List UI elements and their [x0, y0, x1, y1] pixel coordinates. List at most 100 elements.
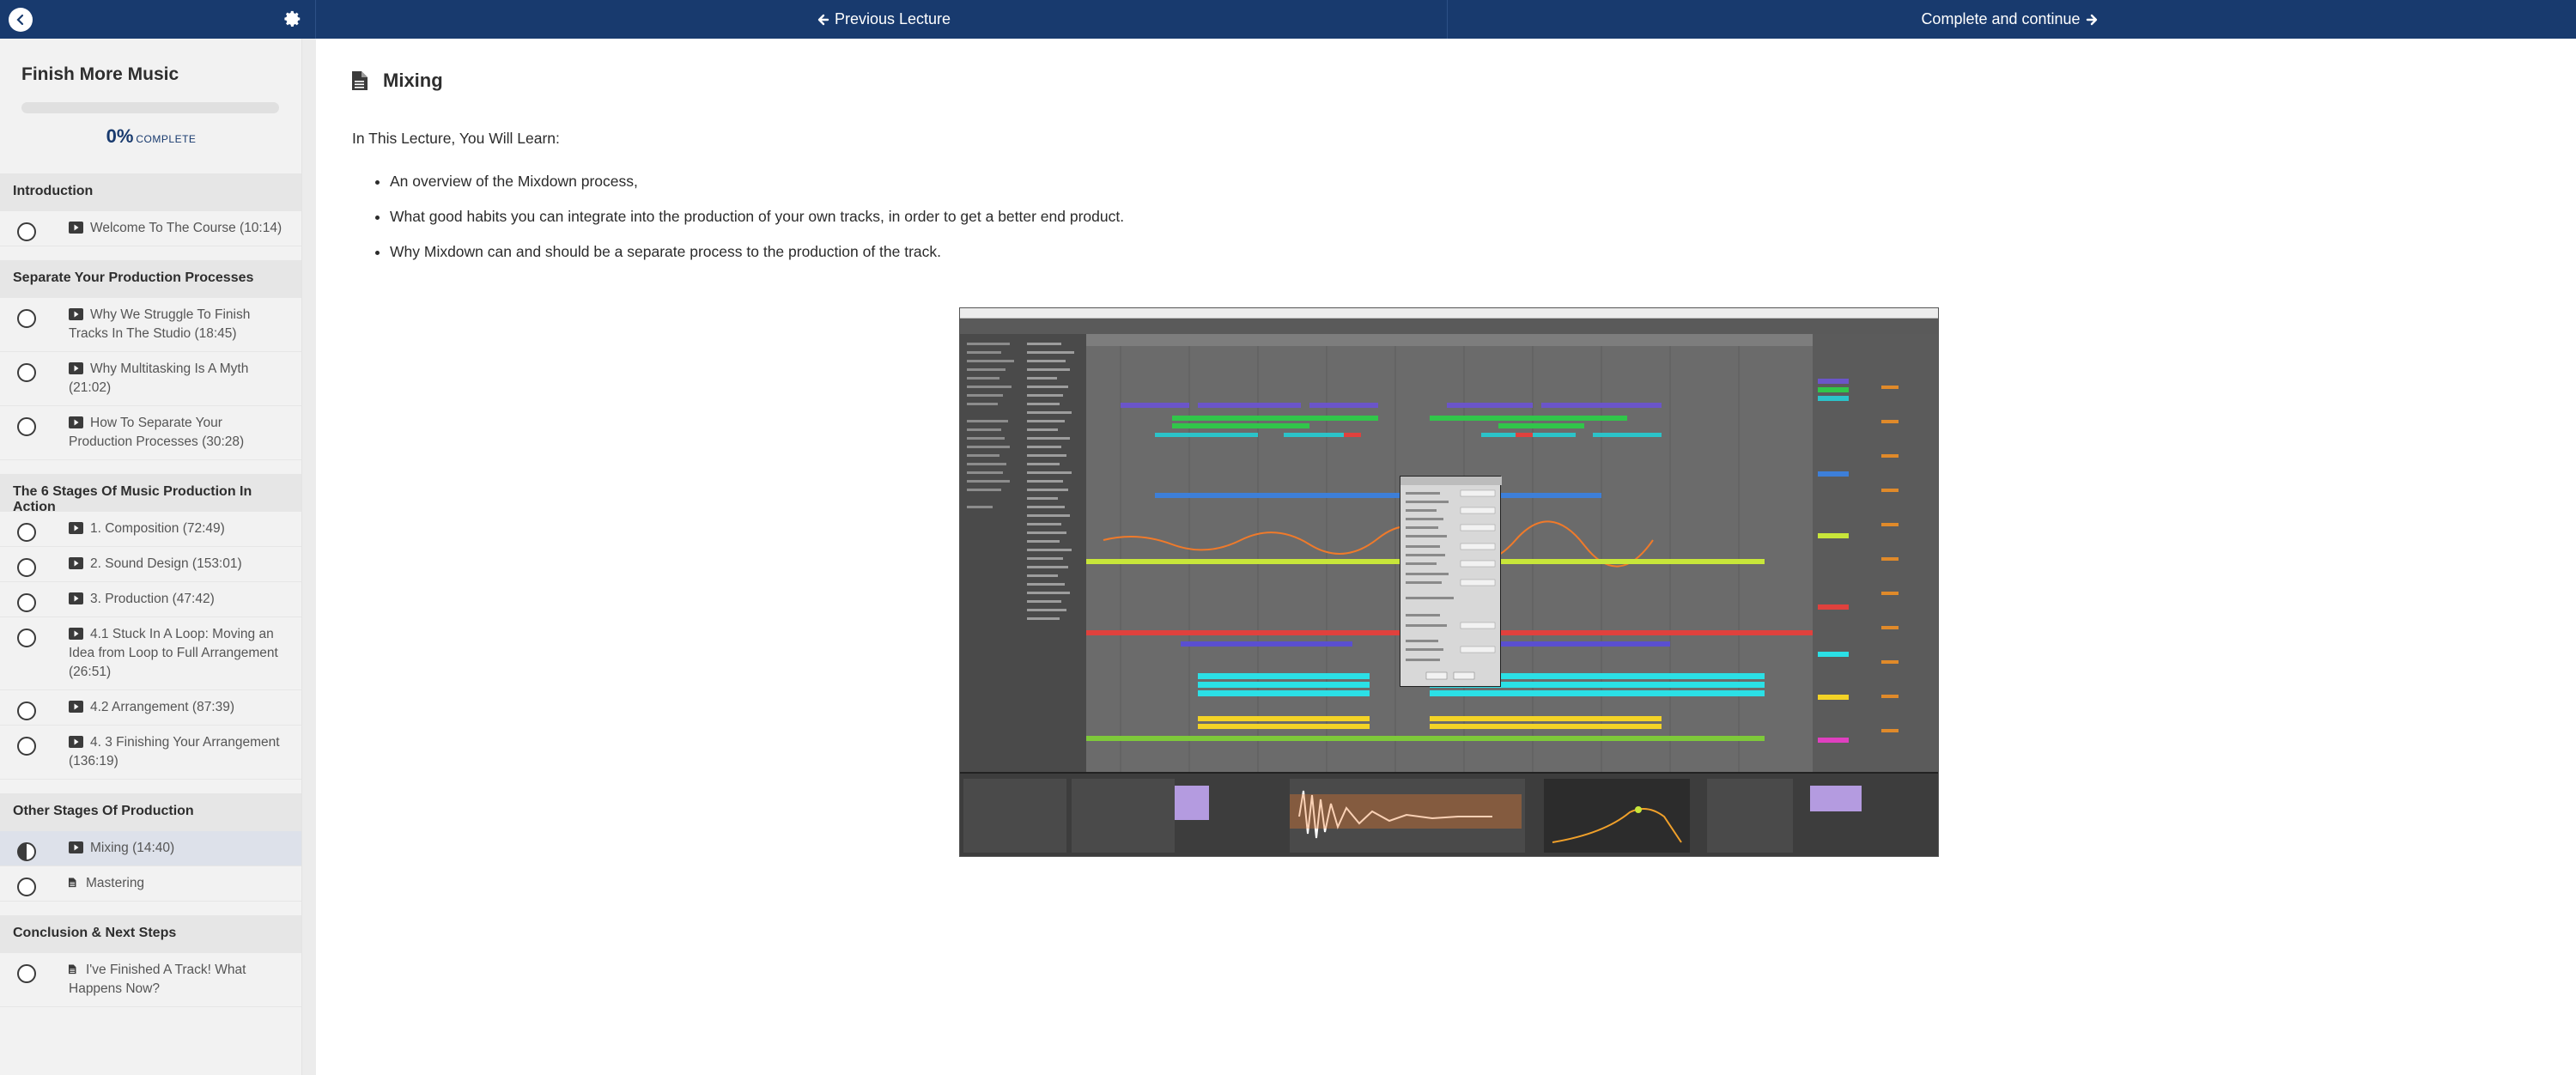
lecture-title-wrap: Why We Struggle To Finish Tracks In The … — [69, 306, 289, 343]
lecture-label: Mixing (14:40) — [90, 841, 175, 855]
gear-icon[interactable] — [283, 9, 302, 28]
section-header: The 6 Stages Of Music Production In Acti… — [0, 474, 301, 514]
progress-percent: 0% — [106, 125, 134, 147]
lecture-item[interactable]: 4.2 Arrangement (87:39) — [0, 690, 301, 726]
lecture-item[interactable]: I've Finished A Track! What Happens Now? — [0, 953, 301, 1007]
lecture-item[interactable]: Why Multitasking Is A Myth (21:02) — [0, 352, 301, 406]
lecture-title-wrap: 3. Production (47:42) — [69, 590, 289, 609]
empty-circle-icon — [17, 593, 36, 612]
video-icon — [69, 522, 83, 534]
daw-toolbar — [960, 319, 1938, 334]
text-document-icon — [69, 878, 76, 888]
lecture-label: Why Multitasking Is A Myth (21:02) — [69, 361, 249, 395]
lecture-intro: In This Lecture, You Will Learn: — [352, 130, 560, 147]
empty-circle-icon — [17, 558, 36, 577]
section-header: Conclusion & Next Steps — [0, 915, 301, 953]
section-spacer — [0, 902, 301, 915]
lecture-title: Mixing — [383, 70, 443, 91]
half-circle-progress-icon — [17, 842, 36, 861]
top-navigation-bar: Previous Lecture Complete and continue — [0, 0, 2576, 39]
lecture-content: Mixing In This Lecture, You Will Learn: … — [316, 39, 2576, 1075]
lecture-title-wrap: 2. Sound Design (153:01) — [69, 555, 289, 574]
lecture-title-wrap: 4.2 Arrangement (87:39) — [69, 698, 289, 717]
lecture-title-wrap: I've Finished A Track! What Happens Now? — [69, 961, 289, 999]
lecture-title-wrap: 4.1 Stuck In A Loop: Moving an Idea from… — [69, 625, 289, 682]
video-icon — [69, 416, 83, 428]
back-button[interactable] — [9, 8, 33, 32]
video-icon — [69, 222, 83, 234]
previous-lecture-label: Previous Lecture — [834, 10, 951, 27]
lecture-item[interactable]: Mixing (14:40) — [0, 831, 301, 866]
course-title: Finish More Music — [21, 64, 179, 84]
daw-device-chain — [960, 772, 1938, 856]
sidebar-scroll-gutter — [302, 39, 316, 1075]
empty-circle-icon — [17, 222, 36, 241]
complete-and-continue-label: Complete and continue — [1921, 10, 2081, 27]
lecture-label: 4. 3 Finishing Your Arrangement (136:19) — [69, 735, 280, 768]
arrow-right-icon — [2086, 14, 2097, 25]
section-header: Other Stages Of Production — [0, 793, 301, 831]
empty-circle-icon — [17, 629, 36, 647]
video-icon — [69, 592, 83, 604]
lecture-heading: Mixing — [352, 70, 443, 92]
course-sidebar: Finish More Music 0% COMPLETE Introductio… — [0, 39, 302, 1075]
lecture-title-wrap: Mastering — [69, 874, 289, 893]
text-document-icon — [69, 964, 76, 975]
video-icon — [69, 701, 83, 713]
empty-circle-icon — [17, 363, 36, 382]
lecture-item[interactable]: Welcome To The Course (10:14) — [0, 211, 301, 246]
empty-circle-icon — [17, 878, 36, 896]
lecture-title-wrap: Mixing (14:40) — [69, 839, 289, 858]
video-icon — [69, 362, 83, 374]
section-header: Introduction — [0, 173, 301, 211]
daw-export-dialog — [1400, 476, 1502, 687]
lecture-item[interactable]: How To Separate Your Production Processe… — [0, 406, 301, 460]
lecture-item[interactable]: Why We Struggle To Finish Tracks In The … — [0, 298, 301, 352]
course-progress-bar — [21, 102, 279, 113]
course-progress-label: 0% COMPLETE — [0, 125, 301, 148]
lecture-label: I've Finished A Track! What Happens Now? — [69, 963, 246, 996]
lecture-label: 3. Production (47:42) — [90, 592, 215, 606]
lecture-item[interactable]: 2. Sound Design (153:01) — [0, 547, 301, 582]
lecture-title-wrap: How To Separate Your Production Processe… — [69, 414, 289, 452]
empty-circle-icon — [17, 309, 36, 328]
lecture-label: How To Separate Your Production Processe… — [69, 416, 245, 449]
empty-circle-icon — [17, 417, 36, 436]
section-spacer — [0, 246, 301, 260]
lecture-label: 4.2 Arrangement (87:39) — [90, 700, 235, 714]
video-icon — [69, 841, 83, 853]
lecture-item[interactable]: 1. Composition (72:49) — [0, 512, 301, 547]
lecture-title-wrap: Welcome To The Course (10:14) — [69, 219, 289, 238]
lecture-item[interactable]: 4.1 Stuck In A Loop: Moving an Idea from… — [0, 617, 301, 690]
progress-complete-word: COMPLETE — [136, 133, 197, 145]
lecture-title-wrap: 1. Composition (72:49) — [69, 519, 289, 538]
arrow-left-icon — [817, 14, 829, 25]
empty-circle-icon — [17, 737, 36, 756]
previous-lecture-button[interactable]: Previous Lecture — [316, 0, 1448, 39]
video-icon — [69, 628, 83, 640]
lecture-item[interactable]: Mastering — [0, 866, 301, 902]
complete-and-continue-button[interactable]: Complete and continue — [1448, 0, 2576, 39]
daw-screenshot-image — [959, 307, 1939, 857]
video-icon — [69, 557, 83, 569]
lecture-item[interactable]: 3. Production (47:42) — [0, 582, 301, 617]
learning-objective: Why Mixdown can and should be a separate… — [390, 243, 1124, 261]
lecture-label: Why We Struggle To Finish Tracks In The … — [69, 307, 251, 341]
daw-dialog-rows — [1400, 477, 1502, 680]
lecture-title-wrap: 4. 3 Finishing Your Arrangement (136:19) — [69, 733, 289, 771]
document-icon — [352, 71, 368, 90]
topbar-sidebar-controls — [0, 0, 316, 39]
empty-circle-icon — [17, 701, 36, 720]
video-icon — [69, 308, 83, 320]
section-spacer — [0, 780, 301, 793]
section-header: Separate Your Production Processes — [0, 260, 301, 298]
lecture-item[interactable]: 4. 3 Finishing Your Arrangement (136:19) — [0, 726, 301, 780]
empty-circle-icon — [17, 523, 36, 542]
lecture-title-wrap: Why Multitasking Is A Myth (21:02) — [69, 360, 289, 398]
learning-objective: What good habits you can integrate into … — [390, 208, 1124, 226]
daw-browser-panel — [960, 334, 1086, 772]
learning-objective: An overview of the Mixdown process, — [390, 173, 1124, 191]
video-icon — [69, 736, 83, 748]
lecture-label: 4.1 Stuck In A Loop: Moving an Idea from… — [69, 627, 278, 679]
lecture-label: 1. Composition (72:49) — [90, 521, 225, 536]
